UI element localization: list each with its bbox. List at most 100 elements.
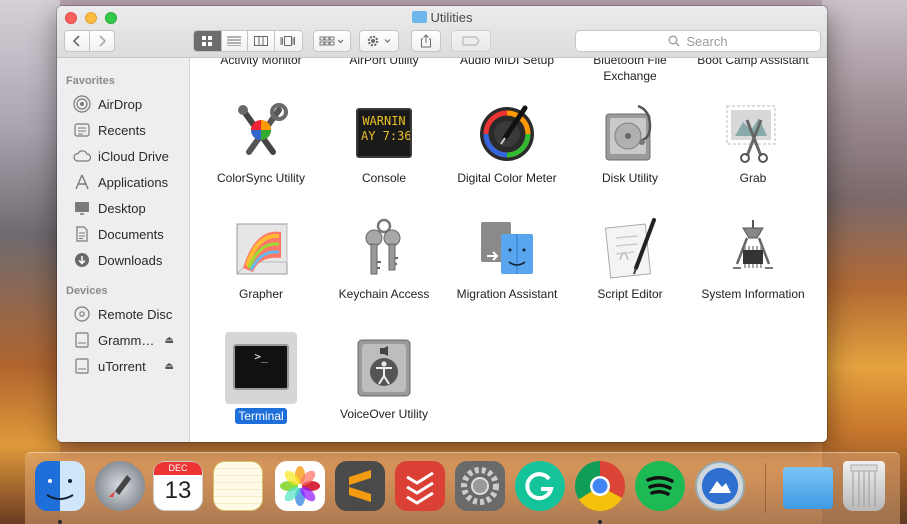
finder-dock-icon[interactable] [35,461,85,511]
todoist-dock-icon[interactable] [395,461,445,511]
trash-dock-icon[interactable] [843,461,885,511]
eject-icon[interactable]: ⏏ [165,361,174,372]
app-digital-color-meter[interactable]: Digital Color Meter [447,100,567,186]
documents-icon [73,225,91,243]
item-label[interactable]: AirPort Utility [324,58,444,68]
back-button[interactable] [65,31,90,51]
terminal-icon: >_ [229,336,293,400]
sidebar-item-applications[interactable]: Applications [73,171,188,193]
app-script-editor[interactable]: Script Editor [570,216,690,302]
action-button[interactable] [359,30,399,52]
item-label: Disk Utility [602,171,658,185]
recents-icon [73,121,91,139]
app-disk-utility[interactable]: Disk Utility [570,100,690,186]
applications-icon [73,173,91,191]
item-label: Grab [739,171,767,185]
chevron-left-icon [72,35,80,47]
console-screen-line: WARNIN [362,114,406,128]
finder-window: Utilities Search Favorites AirDrop Recen… [57,6,827,442]
launchpad-dock-icon[interactable] [95,461,145,511]
folder-icon [411,11,427,23]
tags-button[interactable] [451,30,491,52]
sidebar-item-grammarly[interactable]: Gramm… ⏏ [73,329,188,351]
app-colorsync-utility[interactable]: ColorSync Utility [201,100,321,186]
sublime-text-dock-icon[interactable] [335,461,385,511]
voiceover-icon [352,336,416,400]
console-icon: WARNIN AY 7:36 [352,100,416,164]
desktop-wallpaper-left [0,0,60,524]
script-editor-icon [598,216,662,280]
notes-dock-icon[interactable] [213,461,263,511]
chrome-dock-icon[interactable] [575,461,625,511]
view-mode-control [193,30,303,52]
disk-icon [73,331,91,349]
icloud-icon [73,147,91,165]
spotify-dock-icon[interactable] [635,461,685,511]
app-migration-assistant[interactable]: Migration Assistant [447,216,567,302]
item-label[interactable]: Bluetooth File Exchange [570,58,690,84]
item-label: VoiceOver Utility [339,407,429,421]
sidebar-item-label: uTorrent [98,358,146,374]
item-label[interactable]: Audio MIDI Setup [447,58,567,68]
search-icon [668,35,680,47]
digital-color-meter-icon [475,100,539,164]
chevron-right-icon [99,35,106,47]
arrange-icon [319,36,344,46]
sidebar-item-remote-disc[interactable]: Remote Disc [73,303,188,325]
share-button[interactable] [411,30,441,52]
forward-button[interactable] [90,31,114,51]
dock: DEC 13 [25,452,900,524]
item-label: Console [361,171,407,185]
sidebar-item-label: Recents [98,122,146,138]
eject-icon[interactable]: ⏏ [165,335,174,346]
item-label: Keychain Access [338,287,430,301]
sidebar-item-icloud-drive[interactable]: iCloud Drive [73,145,188,167]
remote-disc-icon [73,305,91,323]
grab-icon [721,100,785,164]
search-field[interactable]: Search [575,30,821,52]
sidebar-item-downloads[interactable]: Downloads [73,249,188,271]
devices-header: Devices [66,285,108,297]
gallery-view-button[interactable] [275,31,302,51]
app-system-information[interactable]: System Information [693,216,813,302]
sidebar-item-recents[interactable]: Recents [73,119,188,141]
item-label: Terminal [235,408,287,424]
item-label: Grapher [238,287,284,301]
ike-dock-icon[interactable] [695,461,745,511]
column-view-button[interactable] [248,31,275,51]
app-voiceover-utility[interactable]: VoiceOver Utility [324,336,444,422]
app-grapher[interactable]: Grapher [201,216,321,302]
file-browser: Activity Monitor AirPort Utility Audio M… [190,58,827,442]
app-grab[interactable]: Grab [693,100,813,186]
photos-dock-icon[interactable] [275,461,325,511]
icon-view-button[interactable] [194,31,222,51]
calendar-dock-icon[interactable]: DEC 13 [153,461,203,511]
app-terminal[interactable]: >_ Terminal [201,332,321,424]
list-view-button[interactable] [222,31,249,51]
columns-icon [253,36,268,46]
colorsync-icon [229,100,293,164]
disk-icon [73,357,91,375]
item-label: System Information [701,287,805,301]
sidebar-item-documents[interactable]: Documents [73,223,188,245]
cover-flow-icon [280,36,296,46]
share-icon [421,34,431,48]
item-label[interactable]: Activity Monitor [201,58,321,68]
app-console[interactable]: WARNIN AY 7:36 Console [324,100,444,186]
list-icon [227,36,242,46]
arrange-button[interactable] [313,30,351,52]
airdrop-icon [73,95,91,113]
console-screen-line: AY 7:36 [361,129,412,143]
item-label[interactable]: Boot Camp Assistant [693,58,813,68]
sidebar-item-airdrop[interactable]: AirDrop [73,93,188,115]
item-label: Script Editor [597,287,663,301]
app-keychain-access[interactable]: Keychain Access [324,216,444,302]
folder-dock-icon[interactable] [783,467,833,509]
calendar-day: 13 [164,477,192,504]
sidebar-item-utorrent[interactable]: uTorrent ⏏ [73,355,188,377]
running-indicator [598,520,602,524]
sidebar-item-desktop[interactable]: Desktop [73,197,188,219]
system-preferences-dock-icon[interactable] [455,461,505,511]
search-placeholder: Search [686,33,728,49]
grammarly-dock-icon[interactable] [515,461,565,511]
